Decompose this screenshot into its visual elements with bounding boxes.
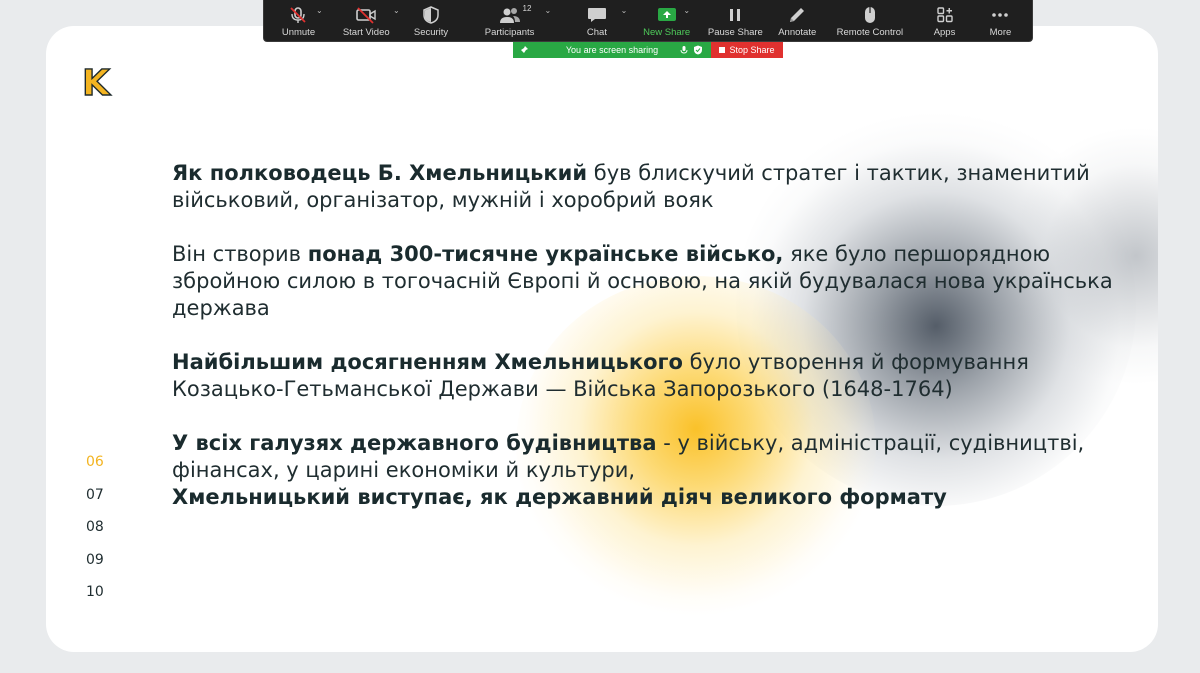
remote-control-label: Remote Control [836, 27, 904, 38]
pin-icon[interactable] [519, 45, 529, 55]
chevron-down-icon[interactable]: ⌄ [316, 6, 323, 15]
chevron-down-icon[interactable]: ⌄ [621, 6, 628, 15]
mic-muted-icon [290, 7, 307, 23]
share-screen-icon [657, 8, 676, 21]
stop-share-label: Stop Share [729, 45, 775, 55]
chat-label: Chat [586, 27, 607, 38]
participants-icon [499, 8, 520, 23]
screen-sharing-bar: You are screen sharing Stop Share [513, 42, 783, 58]
paragraph-2-bold: понад 300-тисячне українське військо, [307, 242, 784, 266]
page-number[interactable]: 10 [86, 584, 104, 617]
paragraph-2-pre: Він створив [172, 242, 308, 266]
shield-icon [423, 6, 439, 24]
security-button[interactable]: Security [406, 0, 457, 41]
new-share-label: New Share [643, 27, 691, 38]
stop-icon [719, 47, 726, 53]
slide-content: Як полководець Б. Хмельницький був блиск… [172, 160, 1122, 538]
apps-label: Apps [933, 27, 956, 38]
apps-button[interactable]: Apps [914, 0, 975, 41]
paragraph-3-bold: Найбільшим досягненням Хмельницького [172, 350, 683, 374]
slide-pager: 06 07 08 09 10 [86, 454, 104, 617]
chat-icon [587, 8, 606, 22]
pencil-icon [790, 8, 805, 22]
video-off-icon [356, 7, 376, 24]
new-share-button[interactable]: ⌄ New Share [631, 0, 702, 41]
paragraph-4-bold: У всіх галузях державного будівництва [172, 431, 657, 455]
unmute-button[interactable]: ⌄ Unmute [270, 0, 327, 41]
more-label: More [989, 27, 1012, 38]
page-number[interactable]: 08 [86, 519, 104, 552]
annotate-label: Annotate [778, 27, 817, 38]
paragraph-1-bold: Як полководець Б. Хмельницький [172, 161, 588, 185]
more-button[interactable]: More [975, 0, 1026, 41]
security-label: Security [413, 27, 449, 38]
apps-icon [936, 7, 953, 23]
start-video-label: Start Video [342, 27, 390, 38]
paragraph-2: Він створив понад 300-тисячне українське… [172, 241, 1122, 322]
page-number-active[interactable]: 06 [86, 454, 104, 487]
page-number[interactable]: 09 [86, 552, 104, 585]
participants-button[interactable]: 12 ⌄ Participants [457, 0, 563, 41]
sharing-status[interactable]: You are screen sharing [513, 42, 711, 58]
paragraph-3: Найбільшим досягненням Хмельницького бул… [172, 349, 1122, 403]
start-video-button[interactable]: ⌄ Start Video [327, 0, 406, 41]
chat-button[interactable]: ⌄ Chat [563, 0, 632, 41]
annotate-button[interactable]: Annotate [769, 0, 826, 41]
paragraph-4-bold-2: Хмельницький виступає, як державний діяч… [172, 485, 947, 509]
shield-check-icon [694, 45, 702, 55]
paragraph-4: У всіх галузях державного будівництва - … [172, 430, 1122, 511]
more-icon [992, 13, 1009, 17]
stop-share-button[interactable]: Stop Share [711, 42, 783, 58]
sharing-status-label: You are screen sharing [565, 45, 659, 55]
chevron-down-icon[interactable]: ⌄ [545, 6, 552, 15]
chevron-down-icon[interactable]: ⌄ [683, 6, 690, 15]
paragraph-1: Як полководець Б. Хмельницький був блиск… [172, 160, 1122, 214]
remote-control-button[interactable]: Remote Control [826, 0, 914, 41]
meeting-toolbar: ⌄ Unmute ⌄ Start Video Security 12 ⌄ Par… [263, 0, 1033, 42]
unmute-label: Unmute [281, 27, 316, 38]
logo: K [81, 63, 110, 104]
pause-share-button[interactable]: Pause Share [702, 0, 769, 41]
pause-share-label: Pause Share [707, 27, 763, 38]
participants-label: Participants [484, 27, 535, 38]
microphone-icon [680, 46, 688, 54]
pause-icon [730, 9, 741, 21]
mouse-icon [864, 7, 875, 23]
page-number[interactable]: 07 [86, 487, 104, 520]
participants-count: 12 [522, 4, 532, 13]
chevron-down-icon[interactable]: ⌄ [393, 6, 400, 15]
